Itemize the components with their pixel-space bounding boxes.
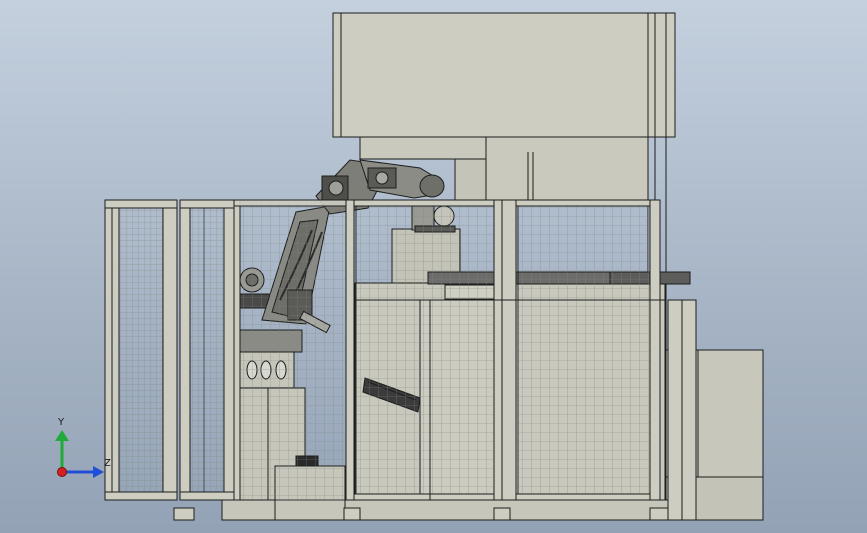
press-column bbox=[485, 136, 649, 202]
coordinate-triad[interactable]: Y Z bbox=[55, 417, 111, 478]
z-axis-label: Z bbox=[104, 458, 111, 469]
press-mid-block bbox=[359, 136, 487, 160]
fence-panel-3 bbox=[235, 199, 349, 501]
z-axis-arrow bbox=[93, 466, 104, 478]
y-axis-label: Y bbox=[57, 417, 65, 428]
y-axis-arrow bbox=[55, 430, 69, 441]
x-axis-origin bbox=[57, 467, 67, 477]
fence-panel-right bbox=[517, 199, 653, 501]
safety-fence bbox=[104, 199, 669, 521]
press-upper-housing bbox=[332, 12, 676, 138]
cad-viewport[interactable]: Y Z bbox=[0, 0, 867, 533]
robot-cell-model[interactable]: Y Z bbox=[0, 0, 867, 533]
fence-door-center bbox=[355, 199, 497, 501]
